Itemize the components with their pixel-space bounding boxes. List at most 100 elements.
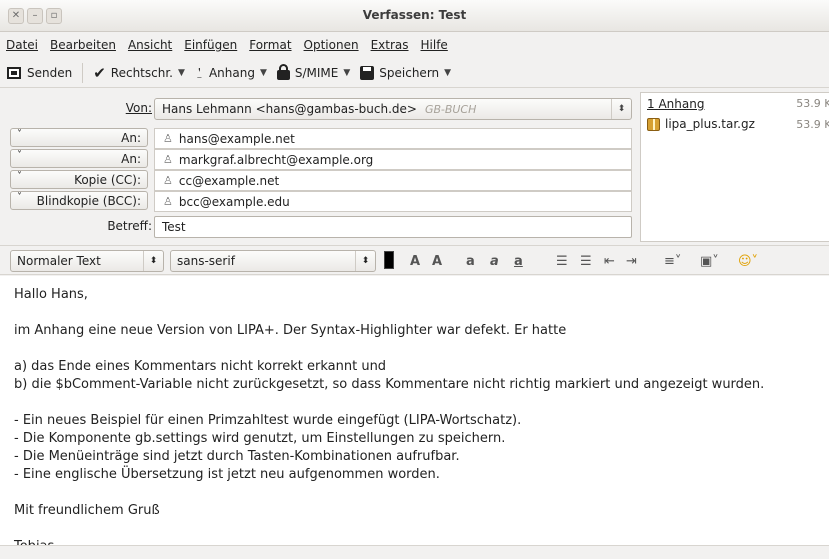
subject-input[interactable]: Test [154, 216, 632, 238]
person-icon: ♙ [163, 153, 173, 166]
updown-arrow-icon: ⬍ [611, 99, 631, 119]
to-row-2: ˅ An: ♙ markgraf.albrecht@example.org [0, 149, 640, 170]
underline-icon[interactable]: a [514, 254, 523, 269]
indent-icon[interactable]: ⇥ [626, 254, 637, 269]
font-family-select[interactable]: sans-serif ⬍ [170, 250, 376, 272]
paragraph-format-value: Normaler Text [17, 254, 101, 268]
attachment-item[interactable]: lipa_plus.tar.gz [647, 117, 755, 131]
attachment-name: lipa_plus.tar.gz [665, 117, 755, 131]
body-line: b) die $bComment-Variable nicht zurückge… [14, 377, 765, 392]
attachment-size: 53.9 KB [796, 118, 829, 131]
text-color-swatch[interactable] [384, 251, 394, 269]
attachment-count[interactable]: 1 Anhang [647, 97, 704, 111]
attach-button[interactable]: ⍘ Anhang ▼ [195, 64, 267, 82]
to-row-1: ˅ An: ♙ hans@example.net [0, 128, 640, 149]
checkmark-icon: ✔ [93, 63, 106, 82]
insert-image-icon[interactable]: ▣˅ [700, 254, 719, 269]
title-bar: ✕ – ▫ Verfassen: Test [0, 0, 829, 32]
save-button[interactable]: Speichern ▼ [360, 65, 452, 80]
lock-icon [276, 63, 290, 80]
from-select[interactable]: Hans Lehmann <hans@gambas-buch.de> GB-BU… [154, 98, 632, 120]
to-type-button[interactable]: ˅ An: [10, 128, 148, 147]
window-title: Verfassen: Test [362, 8, 467, 22]
to-field-2[interactable]: ♙ markgraf.albrecht@example.org [154, 149, 632, 170]
body-line: Hallo Hans, [14, 287, 88, 302]
format-toolbar: Normaler Text ⬍ sans-serif ⬍ A A a a a ☰… [0, 245, 829, 275]
align-icon[interactable]: ≡˅ [664, 254, 681, 269]
from-identity: GB-BUCH [424, 102, 477, 116]
bcc-row: ˅ Blindkopie (BCC): ♙ bcc@example.edu [0, 191, 640, 212]
body-line: - Die Komponente gb.settings wird genutz… [14, 431, 506, 446]
main-toolbar: Senden ✔ Rechtschr. ▼ ⍘ Anhang ▼ S/MIME … [0, 58, 829, 88]
menu-format[interactable]: Format [249, 38, 291, 52]
to-type-button[interactable]: ˅ An: [10, 149, 148, 168]
from-label: Von: [125, 101, 152, 115]
menu-datei[interactable]: Datei [6, 38, 38, 52]
floppy-disk-icon [360, 65, 375, 80]
updown-arrow-icon: ⬍ [355, 251, 375, 271]
bullet-list-icon[interactable]: ☰ [556, 254, 568, 269]
smime-button[interactable]: S/MIME ▼ [276, 63, 351, 80]
smiley-icon[interactable]: ☺˅ [738, 254, 758, 269]
chevron-down-icon: ˅ [17, 129, 22, 140]
body-line: - Eine englische Übersetzung ist jetzt n… [14, 467, 440, 482]
send-label: Senden [27, 65, 73, 80]
archive-icon [647, 117, 660, 131]
person-icon: ♙ [163, 174, 173, 187]
paragraph-format-select[interactable]: Normaler Text ⬍ [10, 250, 164, 272]
toolbar-separator [82, 62, 84, 83]
from-row: Von: Hans Lehmann <hans@gambas-buch.de> … [0, 98, 640, 120]
font-family-value: sans-serif [177, 254, 235, 268]
menu-optionen[interactable]: Optionen [304, 38, 359, 52]
body-line: - Die Menüeinträge sind jetzt durch Tast… [14, 449, 460, 464]
attach-label: Anhang [208, 65, 255, 80]
attachment-total-size: 53.9 KB [796, 97, 829, 110]
subject-row: Betreff: Test [0, 216, 640, 238]
cc-type-button[interactable]: ˅ Kopie (CC): [10, 170, 148, 189]
address-header: Von: Hans Lehmann <hans@gambas-buch.de> … [0, 90, 640, 242]
cc-field[interactable]: ♙ cc@example.net [154, 170, 632, 191]
chevron-down-icon: ˅ [17, 150, 22, 161]
body-line: - Ein neues Beispiel für einen Primzahlt… [14, 413, 522, 428]
updown-arrow-icon: ⬍ [143, 251, 163, 271]
from-value: Hans Lehmann <hans@gambas-buch.de> [162, 102, 417, 116]
cc-address: cc@example.net [178, 173, 280, 188]
bcc-address: bcc@example.edu [178, 194, 290, 209]
chevron-down-icon: ˅ [17, 171, 22, 182]
send-icon [7, 66, 21, 79]
menu-bearbeiten[interactable]: Bearbeiten [50, 38, 116, 52]
to-address-1: hans@example.net [178, 131, 295, 146]
menu-hilfe[interactable]: Hilfe [421, 38, 448, 52]
menu-extras[interactable]: Extras [371, 38, 409, 52]
spellcheck-button[interactable]: ✔ Rechtschr. ▼ [93, 64, 185, 82]
cc-row: ˅ Kopie (CC): ♙ cc@example.net [0, 170, 640, 191]
bold-icon[interactable]: a [466, 254, 475, 269]
italic-icon[interactable]: a [490, 254, 499, 269]
save-label: Speichern [379, 65, 440, 80]
menu-bar: Datei Bearbeiten Ansicht Einfügen Format… [0, 34, 829, 56]
menu-einfuegen[interactable]: Einfügen [184, 38, 237, 52]
chevron-down-icon: ˅ [17, 192, 22, 203]
font-larger-icon[interactable]: A [432, 254, 442, 269]
to-address-2: markgraf.albrecht@example.org [178, 152, 374, 167]
font-smaller-icon[interactable]: A [410, 254, 420, 269]
chevron-down-icon: ▼ [178, 67, 185, 78]
paperclip-icon: ⍘ [194, 63, 204, 82]
bcc-type-button[interactable]: ˅ Blindkopie (BCC): [10, 191, 148, 210]
chevron-down-icon: ▼ [444, 67, 452, 78]
body-line: a) das Ende eines Kommentars nicht korre… [14, 359, 387, 374]
message-body[interactable]: Hallo Hans, im Anhang eine neue Version … [0, 276, 829, 554]
person-icon: ♙ [163, 195, 173, 208]
body-line: Mit freundlichem Gruß [14, 503, 160, 518]
body-line: im Anhang eine neue Version von LIPA+. D… [14, 323, 567, 338]
person-icon: ♙ [163, 132, 173, 145]
chevron-down-icon: ▼ [343, 67, 351, 78]
numbered-list-icon[interactable]: ☰ [580, 254, 592, 269]
to-field-1[interactable]: ♙ hans@example.net [154, 128, 632, 149]
menu-ansicht[interactable]: Ansicht [128, 38, 172, 52]
attachment-pane: 1 Anhang 53.9 KB lipa_plus.tar.gz 53.9 K… [640, 92, 829, 242]
chevron-down-icon: ▼ [259, 67, 267, 78]
send-button[interactable]: Senden [6, 65, 72, 81]
outdent-icon[interactable]: ⇤ [604, 254, 615, 269]
bcc-field[interactable]: ♙ bcc@example.edu [154, 191, 632, 212]
